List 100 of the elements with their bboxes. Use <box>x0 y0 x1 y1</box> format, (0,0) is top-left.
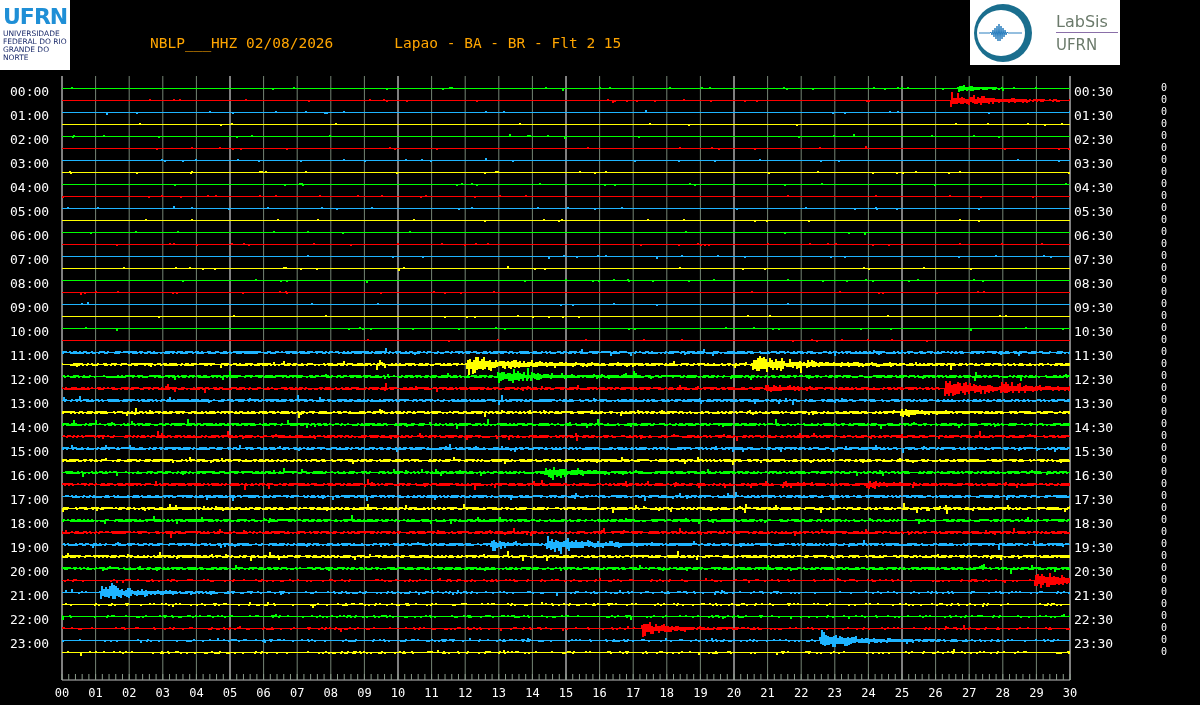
axis-label: 06 <box>256 686 271 700</box>
time-label: 16:30 <box>1074 468 1114 483</box>
time-label: 17:30 <box>1074 492 1114 507</box>
time-label: 05:30 <box>1074 204 1114 219</box>
trace-value: 0 <box>1161 154 1168 166</box>
trace-value: 0 <box>1161 502 1168 514</box>
axis-label: 19 <box>693 686 708 700</box>
axis-label: 04 <box>189 686 204 700</box>
time-label: 12:30 <box>1074 372 1114 387</box>
time-label: 17:00 <box>10 492 50 507</box>
time-label: 07:30 <box>1074 252 1114 267</box>
axis-label: 16 <box>592 686 607 700</box>
time-label: 18:30 <box>1074 516 1114 531</box>
trace-value: 0 <box>1161 406 1168 418</box>
axis-label: 02 <box>121 686 137 700</box>
trace-value: 0 <box>1161 478 1168 490</box>
time-label: 13:30 <box>1074 396 1114 411</box>
trace-value: 0 <box>1161 166 1168 178</box>
time-label: 00:30 <box>1074 84 1114 99</box>
time-label: 21:30 <box>1074 588 1114 603</box>
time-label: 12:00 <box>10 372 50 387</box>
time-label: 20:00 <box>10 564 50 579</box>
time-label: 15:30 <box>1074 444 1114 459</box>
axis-label: 29 <box>1029 686 1044 700</box>
axis-label: 07 <box>289 686 305 700</box>
axis-label: 21 <box>760 686 775 700</box>
trace-value: 0 <box>1161 622 1168 634</box>
logo-text: UFRN <box>1056 36 1098 54</box>
time-label: 06:00 <box>10 228 50 243</box>
trace-value: 0 <box>1161 346 1168 358</box>
time-label: 05:00 <box>10 204 50 219</box>
trace-value: 0 <box>1161 262 1168 274</box>
time-label: 22:00 <box>10 612 50 627</box>
trace-value: 0 <box>1161 454 1168 466</box>
time-label: 00:00 <box>10 84 50 99</box>
axis-label: 28 <box>995 686 1011 700</box>
time-label: 21:00 <box>10 588 50 603</box>
time-label: 08:00 <box>10 276 50 291</box>
axis-label: 18 <box>659 686 675 700</box>
axis-label: 26 <box>928 686 943 700</box>
trace-value: 0 <box>1161 586 1168 598</box>
axis-label: 09 <box>357 686 372 700</box>
trace-value: 0 <box>1161 538 1168 550</box>
trace-value: 0 <box>1161 106 1168 118</box>
time-label: 02:30 <box>1074 132 1114 147</box>
trace-value: 0 <box>1161 550 1168 562</box>
axis-label: 10 <box>390 686 406 700</box>
axis-label: 17 <box>625 686 641 700</box>
axis-label: 23 <box>827 686 843 700</box>
trace-value: 0 <box>1161 214 1168 226</box>
time-label: 19:30 <box>1074 540 1114 555</box>
time-label: 19:00 <box>10 540 50 555</box>
time-label: 14:00 <box>10 420 50 435</box>
time-label: 13:00 <box>10 396 50 411</box>
trace-value: 0 <box>1161 310 1168 322</box>
trace-value: 0 <box>1161 574 1168 586</box>
time-label: 03:00 <box>10 156 50 171</box>
time-label: 07:00 <box>10 252 50 267</box>
time-label: 23:00 <box>10 636 50 651</box>
time-label: 11:30 <box>1074 348 1114 363</box>
time-label: 01:30 <box>1074 108 1114 123</box>
trace-value: 0 <box>1161 298 1168 310</box>
axis-label: 00 <box>54 686 70 700</box>
axis-label: 12 <box>457 686 473 700</box>
trace-value: 0 <box>1161 466 1168 478</box>
time-label: 04:00 <box>10 180 50 195</box>
trace-value: 0 <box>1161 94 1168 106</box>
time-label: 04:30 <box>1074 180 1114 195</box>
trace-value: 0 <box>1161 394 1168 406</box>
axis-label: 08 <box>323 686 339 700</box>
trace-value: 0 <box>1161 322 1168 334</box>
location-title: Lapao - BA - BR - Flt 2 15 <box>394 34 622 52</box>
axis-label: 15 <box>558 686 574 700</box>
time-label: 16:00 <box>10 468 50 483</box>
axis-label: 03 <box>155 686 171 700</box>
trace-value: 0 <box>1161 190 1168 202</box>
trace-value: 0 <box>1161 442 1168 454</box>
time-label: 14:30 <box>1074 420 1114 435</box>
axis-label: 20 <box>726 686 742 700</box>
logo-text: LabSis <box>1056 12 1108 31</box>
time-label: 08:30 <box>1074 276 1114 291</box>
trace-value: 0 <box>1161 226 1168 238</box>
trace-value: 0 <box>1161 250 1168 262</box>
time-label: 10:30 <box>1074 324 1114 339</box>
trace-value: 0 <box>1161 274 1168 286</box>
axis-label: 05 <box>222 686 238 700</box>
time-label: 20:30 <box>1074 564 1114 579</box>
trace-value: 0 <box>1161 418 1168 430</box>
axis-label: 01 <box>88 686 103 700</box>
trace-value: 0 <box>1161 334 1168 346</box>
seismograph-icon <box>974 4 1032 62</box>
trace-value: 0 <box>1161 130 1168 142</box>
time-label: 03:30 <box>1074 156 1114 171</box>
trace-value: 0 <box>1161 382 1168 394</box>
axis-label: 30 <box>1062 686 1078 700</box>
trace-value: 0 <box>1161 526 1168 538</box>
axis-label: 13 <box>491 686 507 700</box>
time-label: 01:00 <box>10 108 50 123</box>
trace-value: 0 <box>1161 370 1168 382</box>
trace-value: 0 <box>1161 238 1168 250</box>
